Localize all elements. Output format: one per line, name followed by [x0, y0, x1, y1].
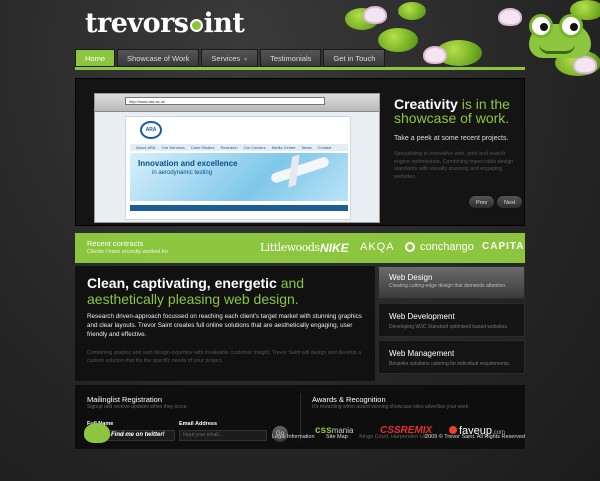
site-menu-item: Case Studies	[190, 145, 215, 150]
lotus-flower-decoration	[575, 58, 595, 72]
logo-dot-icon	[189, 19, 203, 32]
airplane-image	[269, 155, 331, 185]
legal-link[interactable]: Legal Information	[272, 434, 315, 440]
service-description: Creating cutting-edge design that demand…	[389, 283, 507, 289]
intro-headline-bold: Clean, captivating, energetic	[87, 275, 277, 291]
client-logo-akqa[interactable]: AKQA	[360, 241, 395, 253]
nav-showcase[interactable]: Showcase of Work	[117, 49, 200, 67]
nav-underline	[75, 67, 525, 70]
footer-links: Legal Information Site Map Kings Court, …	[272, 434, 437, 440]
nav-services[interactable]: Services ▼	[201, 49, 259, 67]
frog-mascot-icon	[525, 10, 595, 60]
showcase-description: Specialising in innovative web, print an…	[394, 151, 514, 180]
next-button[interactable]: Next	[496, 195, 524, 209]
showcase-panel: Creativity is in the showcase of work. T…	[386, 79, 524, 225]
site-menu-item: Our Services	[161, 145, 185, 150]
site-menu-item: News	[301, 145, 312, 150]
prev-button[interactable]: Prev	[468, 195, 496, 209]
service-title: Web Management	[389, 349, 455, 358]
recent-contracts-bar: Recent contracts Clients I have recently…	[75, 233, 525, 263]
client-logo-conchango[interactable]: conchango	[420, 241, 474, 253]
site-menu-item: Media Centre	[271, 145, 296, 150]
contracts-title: Recent contracts	[87, 239, 144, 248]
sitemap-link[interactable]: Site Map	[326, 434, 348, 440]
nav-testimonials[interactable]: Testimonials	[260, 49, 322, 67]
site-menu-item: Contact	[317, 145, 332, 150]
showcase-lead: Take a peek at some recent projects.	[394, 135, 509, 142]
service-title: Web Development	[389, 312, 455, 321]
site-hero: Innovation and excellence in aerodynamic…	[130, 153, 348, 201]
site-footer-bar	[130, 205, 348, 211]
intro-section: Clean, captivating, energetic and aesthe…	[75, 266, 375, 381]
dropdown-arrow-icon: ▼	[243, 57, 249, 63]
copyright: 2009 © Trevor Saint. All Rights Reserved	[425, 434, 526, 440]
client-logo-capita[interactable]: CAPITA	[482, 241, 524, 252]
site-menu: About ARA Our Services Case Studies Rese…	[130, 144, 348, 151]
awards-title: Awards & Recognition	[312, 395, 386, 404]
nav-showcase-label: Showcase of Work	[127, 54, 190, 63]
site-menu-item: Research	[220, 145, 238, 150]
main-nav: Home Showcase of Work Services ▼ Testimon…	[75, 49, 525, 67]
service-web-development[interactable]: Web Development Developing W3C Standard …	[378, 303, 525, 337]
intro-paragraph-secondary: Combining graphic and web design experti…	[87, 350, 362, 364]
email-label: Email Address	[179, 421, 218, 427]
showcase-screenshot[interactable]: http://www.ara.ac.uk ARA About ARA Our S…	[94, 93, 380, 223]
email-input[interactable]: Input your email...	[179, 430, 267, 441]
site-menu-item: About ARA	[136, 145, 156, 150]
site-hero-subtitle: in aerodynamic testing	[152, 170, 213, 176]
nav-contact[interactable]: Get in Touch	[323, 49, 386, 67]
client-logo-littlewoods[interactable]: Littlewoods	[260, 241, 320, 254]
awards-subtitle: It's rewarding when award winning showca…	[312, 404, 470, 410]
showcase-slider: http://www.ara.ac.uk ARA About ARA Our S…	[75, 78, 525, 226]
nav-home[interactable]: Home	[75, 49, 116, 67]
logo-text-start: trevors	[85, 8, 189, 39]
service-web-design[interactable]: Web Design Creating cutting-edge design …	[378, 266, 525, 299]
browser-chrome: http://www.ara.ac.uk	[95, 94, 379, 112]
intro-paragraph: Research driven-approach focussed on rea…	[87, 313, 362, 338]
twitter-bird-icon[interactable]	[84, 423, 110, 443]
footer-address: Kings Court, Harpenden UK	[359, 434, 428, 440]
browser-url: http://www.ara.ac.uk	[125, 97, 325, 105]
mailing-title: Mailinglist Registration	[87, 395, 163, 404]
intro-headline: Clean, captivating, energetic and aesthe…	[87, 275, 372, 307]
twitter-link[interactable]: Find me on twitter!	[111, 432, 165, 438]
logo-text-end: int	[203, 8, 245, 39]
showcase-site-page: ARA About ARA Our Services Case Studies …	[125, 116, 351, 220]
site-menu-item: Our Careers	[243, 145, 266, 150]
contracts-subtitle: Clients I have recently worked for	[87, 249, 169, 255]
mailing-subtitle: Signup and receive updates when they occ…	[87, 404, 188, 410]
site-logo[interactable]: trevors int	[85, 8, 245, 39]
service-web-management[interactable]: Web Management Bespoke solutions caterin…	[378, 340, 525, 374]
service-description: Bespoke solutions catering for individua…	[389, 361, 511, 367]
nav-services-label: Services	[211, 54, 241, 63]
service-title: Web Design	[389, 273, 433, 282]
site-logo-ara: ARA	[140, 121, 162, 139]
service-description: Developing W3C Standard optimised based …	[389, 324, 509, 330]
conchango-icon	[405, 242, 415, 252]
showcase-headline: Creativity is in the showcase of work.	[394, 97, 524, 125]
client-logo-nike[interactable]: NIKE	[320, 241, 349, 255]
heart-icon	[449, 426, 457, 434]
site-hero-title: Innovation and excellence	[138, 159, 238, 168]
